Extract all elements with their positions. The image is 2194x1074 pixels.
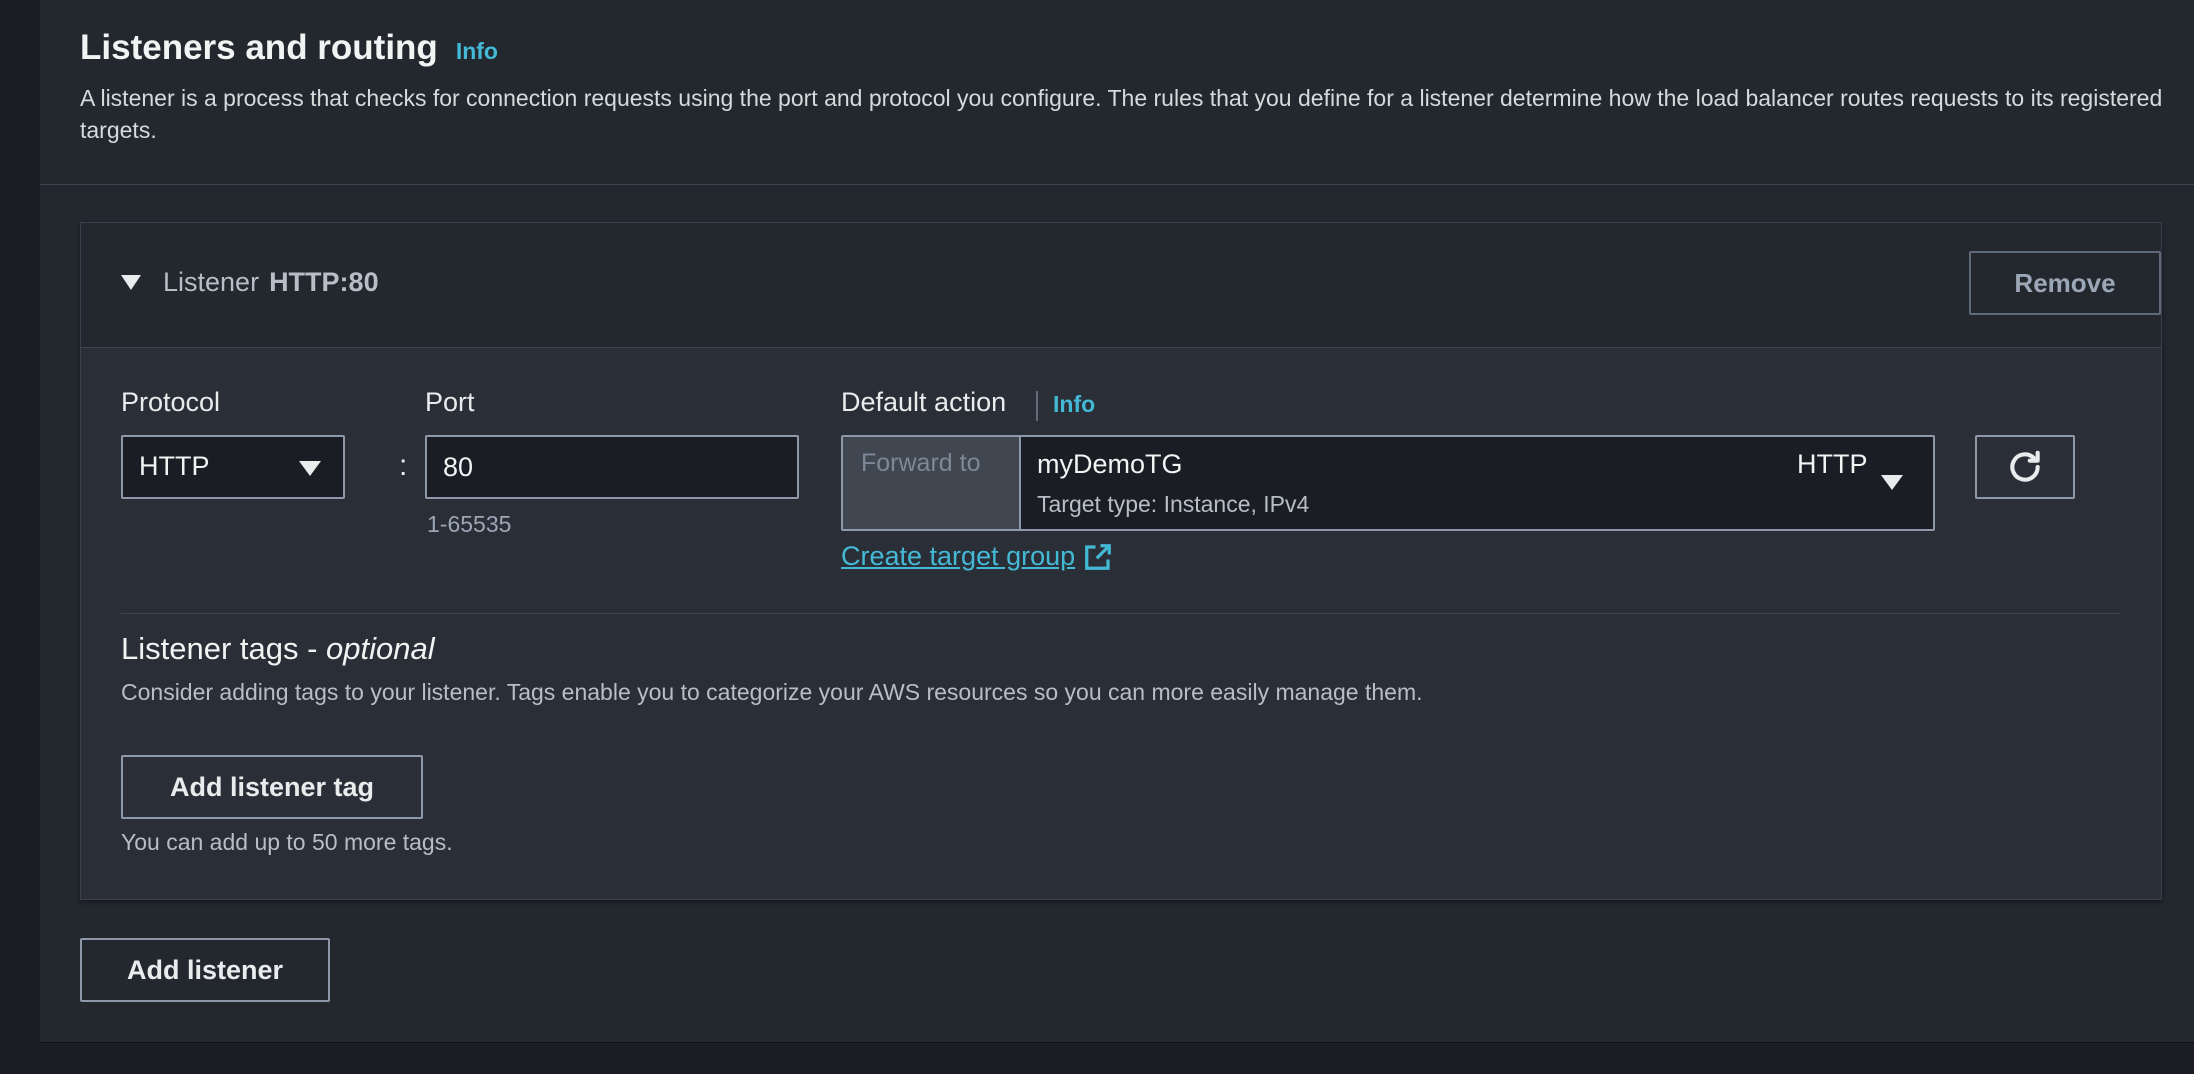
section-header: Listeners and routing Info A listener is… — [40, 0, 2194, 185]
port-hint: 1-65535 — [427, 511, 512, 537]
port-label: Port — [425, 387, 475, 417]
dropdown-arrow-icon — [299, 461, 321, 476]
tags-limit-hint: You can add up to 50 more tags. — [121, 829, 453, 855]
target-group-select[interactable]: Forward to myDemoTG Target type: Instanc… — [841, 435, 1935, 531]
remove-button[interactable]: Remove — [1969, 251, 2161, 315]
listener-name: HTTP:80 — [269, 267, 379, 297]
create-target-group-link[interactable]: Create target group — [841, 541, 1113, 572]
info-link[interactable]: Info — [456, 38, 498, 65]
external-link-icon — [1085, 543, 1112, 570]
port-input[interactable] — [425, 435, 799, 499]
section-description: A listener is a process that checks for … — [80, 85, 2163, 143]
label-divider — [1036, 391, 1038, 421]
add-listener-tag-button[interactable]: Add listener tag — [121, 755, 423, 819]
protocol-select[interactable]: HTTP — [121, 435, 345, 499]
page-content: Listeners and routing Info A listener is… — [40, 0, 2194, 1043]
forward-to-label: Forward to — [843, 437, 1021, 529]
listener-header[interactable]: Listener HTTP:80 Remove — [81, 223, 2161, 348]
target-type: Target type: Instance, IPv4 — [1037, 491, 1310, 517]
listener-tags-optional: optional — [326, 631, 435, 666]
refresh-icon — [2010, 450, 2040, 482]
caret-down-icon[interactable] — [121, 275, 141, 290]
target-group-protocol: HTTP — [1797, 449, 1868, 479]
section-title: Listeners and routing — [80, 28, 438, 67]
target-group-name: myDemoTG — [1037, 449, 1183, 479]
divider — [121, 613, 2121, 614]
default-action-label: Default action — [841, 387, 1007, 417]
page-title: Listeners and routing Info — [80, 28, 498, 68]
dropdown-arrow-icon — [1881, 475, 1903, 490]
protocol-port-separator: : — [399, 449, 408, 482]
listener-tags-title-text: Listener tags - — [121, 631, 327, 666]
create-target-group-label: Create target group — [841, 541, 1076, 571]
protocol-label: Protocol — [121, 387, 221, 417]
refresh-button[interactable] — [1975, 435, 2075, 499]
default-action-info-link[interactable]: Info — [1053, 391, 1095, 418]
listener-tags-title: Listener tags - optional — [121, 631, 435, 667]
listener-card: Listener HTTP:80 Remove Protocol HTTP : P… — [80, 222, 2162, 900]
protocol-value: HTTP — [139, 451, 210, 481]
listener-title: Listener HTTP:80 — [163, 267, 379, 298]
listener-label: Listener — [163, 267, 260, 297]
listener-tags-description: Consider adding tags to your listener. T… — [121, 679, 1423, 705]
add-listener-button[interactable]: Add listener — [80, 938, 330, 1002]
